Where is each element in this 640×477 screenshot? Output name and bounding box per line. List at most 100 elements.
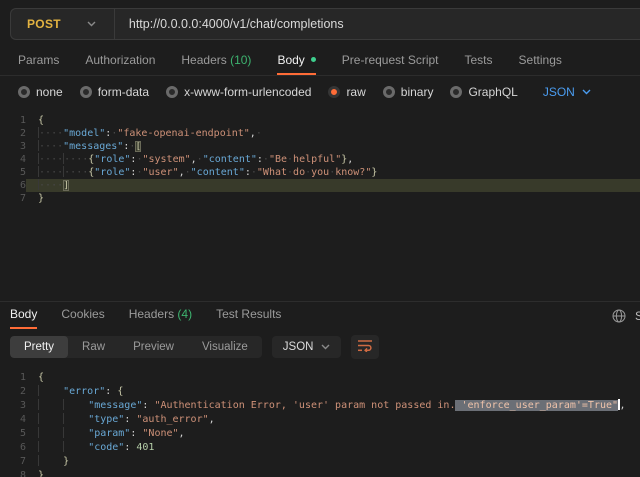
tab-label: Tests xyxy=(465,53,493,67)
code-line[interactable]: 5········{"role":·"user",·"content":·"Wh… xyxy=(0,166,640,179)
status-text-clipped: St xyxy=(635,309,640,323)
globe-icon[interactable] xyxy=(611,308,627,324)
line-number: 5 xyxy=(0,166,26,179)
view-visualize[interactable]: Visualize xyxy=(188,336,262,358)
radio-label: raw xyxy=(346,85,365,99)
response-tab-cookies[interactable]: Cookies xyxy=(61,302,104,329)
code-text: } xyxy=(26,192,640,205)
body-mode-binary[interactable]: binary xyxy=(383,85,434,99)
code-line[interactable]: 8} xyxy=(0,469,640,477)
code-text: ········{"role":·"user",·"content":·"Wha… xyxy=(26,166,640,179)
code-line[interactable]: 7 } xyxy=(0,455,640,469)
radio-label: none xyxy=(36,85,63,99)
code-line[interactable]: 3 "message": "Authentication Error, 'use… xyxy=(0,399,640,413)
body-mode-none[interactable]: none xyxy=(18,85,63,99)
code-text: { xyxy=(26,371,640,385)
body-mode-raw[interactable]: raw xyxy=(328,85,365,99)
chevron-down-icon xyxy=(87,21,96,27)
body-language-label: JSON xyxy=(543,85,575,99)
radio-label: GraphQL xyxy=(468,85,517,99)
code-text: ····] xyxy=(26,179,640,192)
tab-label: Body xyxy=(277,53,304,67)
code-text: } xyxy=(26,455,640,469)
code-text: ····"messages":·[ xyxy=(26,140,640,153)
url-input[interactable]: http://0.0.0.0:4000/v1/chat/completions xyxy=(115,17,358,31)
response-tabs: Body Cookies Headers (4) Test Results xyxy=(10,302,281,329)
code-line[interactable]: 2····"model":·"fake-openai-endpoint",· xyxy=(0,127,640,140)
body-mode-x-www-form-urlencoded[interactable]: x-www-form-urlencoded xyxy=(166,85,311,99)
request-tab-authorization[interactable]: Authorization xyxy=(85,48,155,75)
tab-label: Cookies xyxy=(61,307,104,321)
code-line[interactable]: 7} xyxy=(0,192,640,205)
code-text: "type": "auth_error", xyxy=(26,413,640,427)
line-number: 1 xyxy=(0,371,26,385)
tab-label: Settings xyxy=(519,53,562,67)
response-tab-headers[interactable]: Headers (4) xyxy=(129,302,192,329)
code-text: ····"model":·"fake-openai-endpoint",· xyxy=(26,127,640,140)
request-tab-headers[interactable]: Headers (10) xyxy=(181,48,251,75)
chevron-down-icon xyxy=(582,89,591,95)
response-view-switcher: PrettyRawPreviewVisualize xyxy=(10,336,262,358)
wrap-text-icon xyxy=(357,339,373,355)
request-tab-tests[interactable]: Tests xyxy=(465,48,493,75)
code-line[interactable]: 1{ xyxy=(0,371,640,385)
url-box: POST http://0.0.0.0:4000/v1/chat/complet… xyxy=(10,8,640,40)
body-language-select[interactable]: JSON xyxy=(543,85,591,99)
line-number: 8 xyxy=(0,469,26,477)
tab-label: Body xyxy=(10,307,37,321)
tab-label: Authorization xyxy=(85,53,155,67)
code-line[interactable]: 2 "error": { xyxy=(0,385,640,399)
response-toolbar: PrettyRawPreviewVisualize JSON xyxy=(0,329,640,367)
view-pretty[interactable]: Pretty xyxy=(10,336,68,358)
code-line[interactable]: 4········{"role":·"system",·"content":·"… xyxy=(0,153,640,166)
line-number: 5 xyxy=(0,427,26,441)
code-text: "code": 401 xyxy=(26,441,640,455)
code-line[interactable]: 5 "param": "None", xyxy=(0,427,640,441)
tab-label: Headers xyxy=(181,53,226,67)
response-body-editor[interactable]: 1{2 "error": {3 "message": "Authenticati… xyxy=(0,367,640,477)
line-number: 7 xyxy=(0,455,26,469)
request-tab-pre-request-script[interactable]: Pre-request Script xyxy=(342,48,439,75)
tab-label: Test Results xyxy=(216,307,281,321)
radio-icon xyxy=(328,86,340,98)
line-number: 1 xyxy=(0,114,26,127)
code-line[interactable]: 1{ xyxy=(0,114,640,127)
method-select[interactable]: POST xyxy=(11,17,114,31)
radio-label: x-www-form-urlencoded xyxy=(184,85,311,99)
line-number: 2 xyxy=(0,385,26,399)
response-header-right: St xyxy=(611,308,640,324)
response-language-label: JSON xyxy=(283,341,314,353)
line-number: 3 xyxy=(0,399,26,413)
code-text: } xyxy=(26,469,640,477)
code-line[interactable]: 6 "code": 401 xyxy=(0,441,640,455)
code-line[interactable]: 4 "type": "auth_error", xyxy=(0,413,640,427)
response-tab-body[interactable]: Body xyxy=(10,302,37,329)
body-mode-row: none form-data x-www-form-urlencoded raw bin… xyxy=(0,76,640,109)
tab-label: Params xyxy=(18,53,59,67)
request-body-editor[interactable]: 1{2····"model":·"fake-openai-endpoint",·… xyxy=(0,109,640,301)
body-mode-form-data[interactable]: form-data xyxy=(80,85,149,99)
radio-icon xyxy=(166,86,178,98)
request-tab-settings[interactable]: Settings xyxy=(519,48,562,75)
chevron-down-icon xyxy=(321,344,330,350)
wrap-text-button[interactable] xyxy=(351,335,379,359)
line-number: 6 xyxy=(0,179,26,192)
code-text: "error": { xyxy=(26,385,640,399)
code-text: "param": "None", xyxy=(26,427,640,441)
code-line[interactable]: 6····] xyxy=(0,179,640,192)
view-raw[interactable]: Raw xyxy=(68,336,119,358)
tab-label: Headers xyxy=(129,307,174,321)
line-number: 2 xyxy=(0,127,26,140)
radio-icon xyxy=(80,86,92,98)
request-tabs: Params Authorization Headers (10) Body Pre-r… xyxy=(0,48,640,76)
response-language-select[interactable]: JSON xyxy=(272,336,342,358)
request-tab-body[interactable]: Body xyxy=(277,48,315,75)
view-preview[interactable]: Preview xyxy=(119,336,188,358)
request-tab-params[interactable]: Params xyxy=(18,48,59,75)
tab-count-badge: (10) xyxy=(227,53,252,67)
code-line[interactable]: 3····"messages":·[ xyxy=(0,140,640,153)
line-number: 7 xyxy=(0,192,26,205)
response-tab-test-results[interactable]: Test Results xyxy=(216,302,281,329)
body-mode-graphql[interactable]: GraphQL xyxy=(450,85,517,99)
method-label: POST xyxy=(27,17,61,31)
